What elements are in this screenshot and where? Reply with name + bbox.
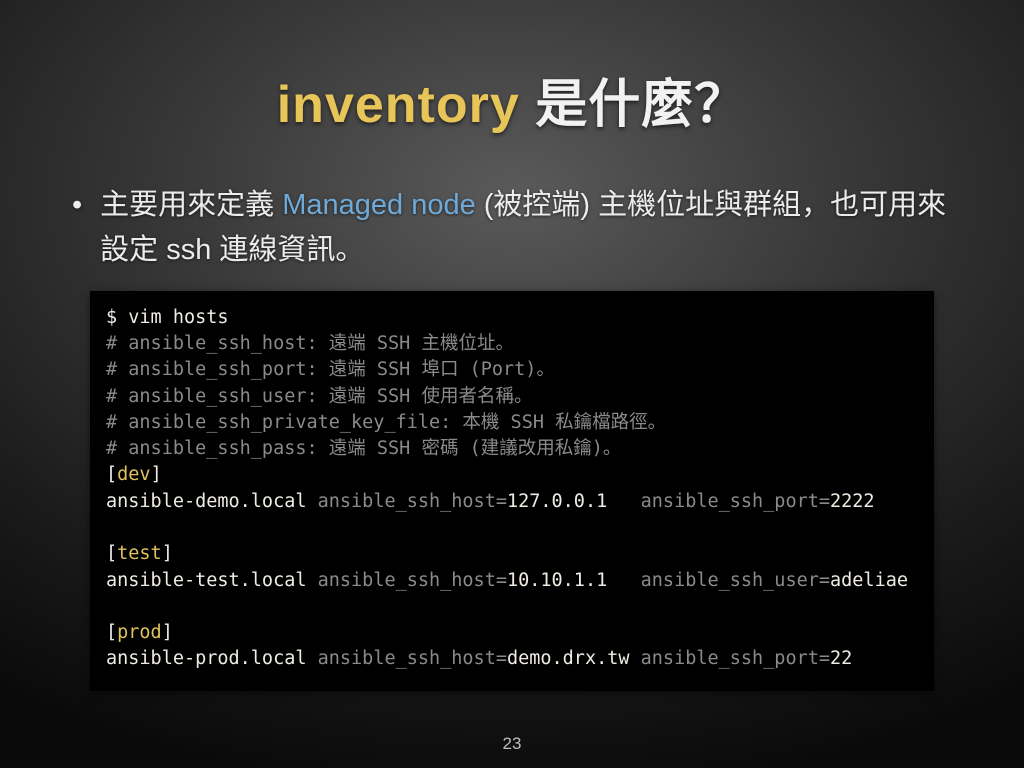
title-rest: 是什麼？ xyxy=(520,76,747,134)
slide-title: inventory 是什麼？ xyxy=(0,0,1024,137)
bullet-pre: 主要用來定義 xyxy=(100,189,282,221)
bullet-dot: • xyxy=(72,183,82,273)
managed-node-term: Managed node xyxy=(282,189,476,221)
bullet-item: • 主要用來定義 Managed node (被控端) 主機位址與群組，也可用來… xyxy=(72,183,952,273)
code-block: $ vim hosts # ansible_ssh_host: 遠端 SSH 主… xyxy=(90,291,934,691)
page-number: 23 xyxy=(0,734,1024,754)
bullet-text: 主要用來定義 Managed node (被控端) 主機位址與群組，也可用來設定… xyxy=(100,183,952,273)
title-keyword: inventory xyxy=(277,76,520,134)
